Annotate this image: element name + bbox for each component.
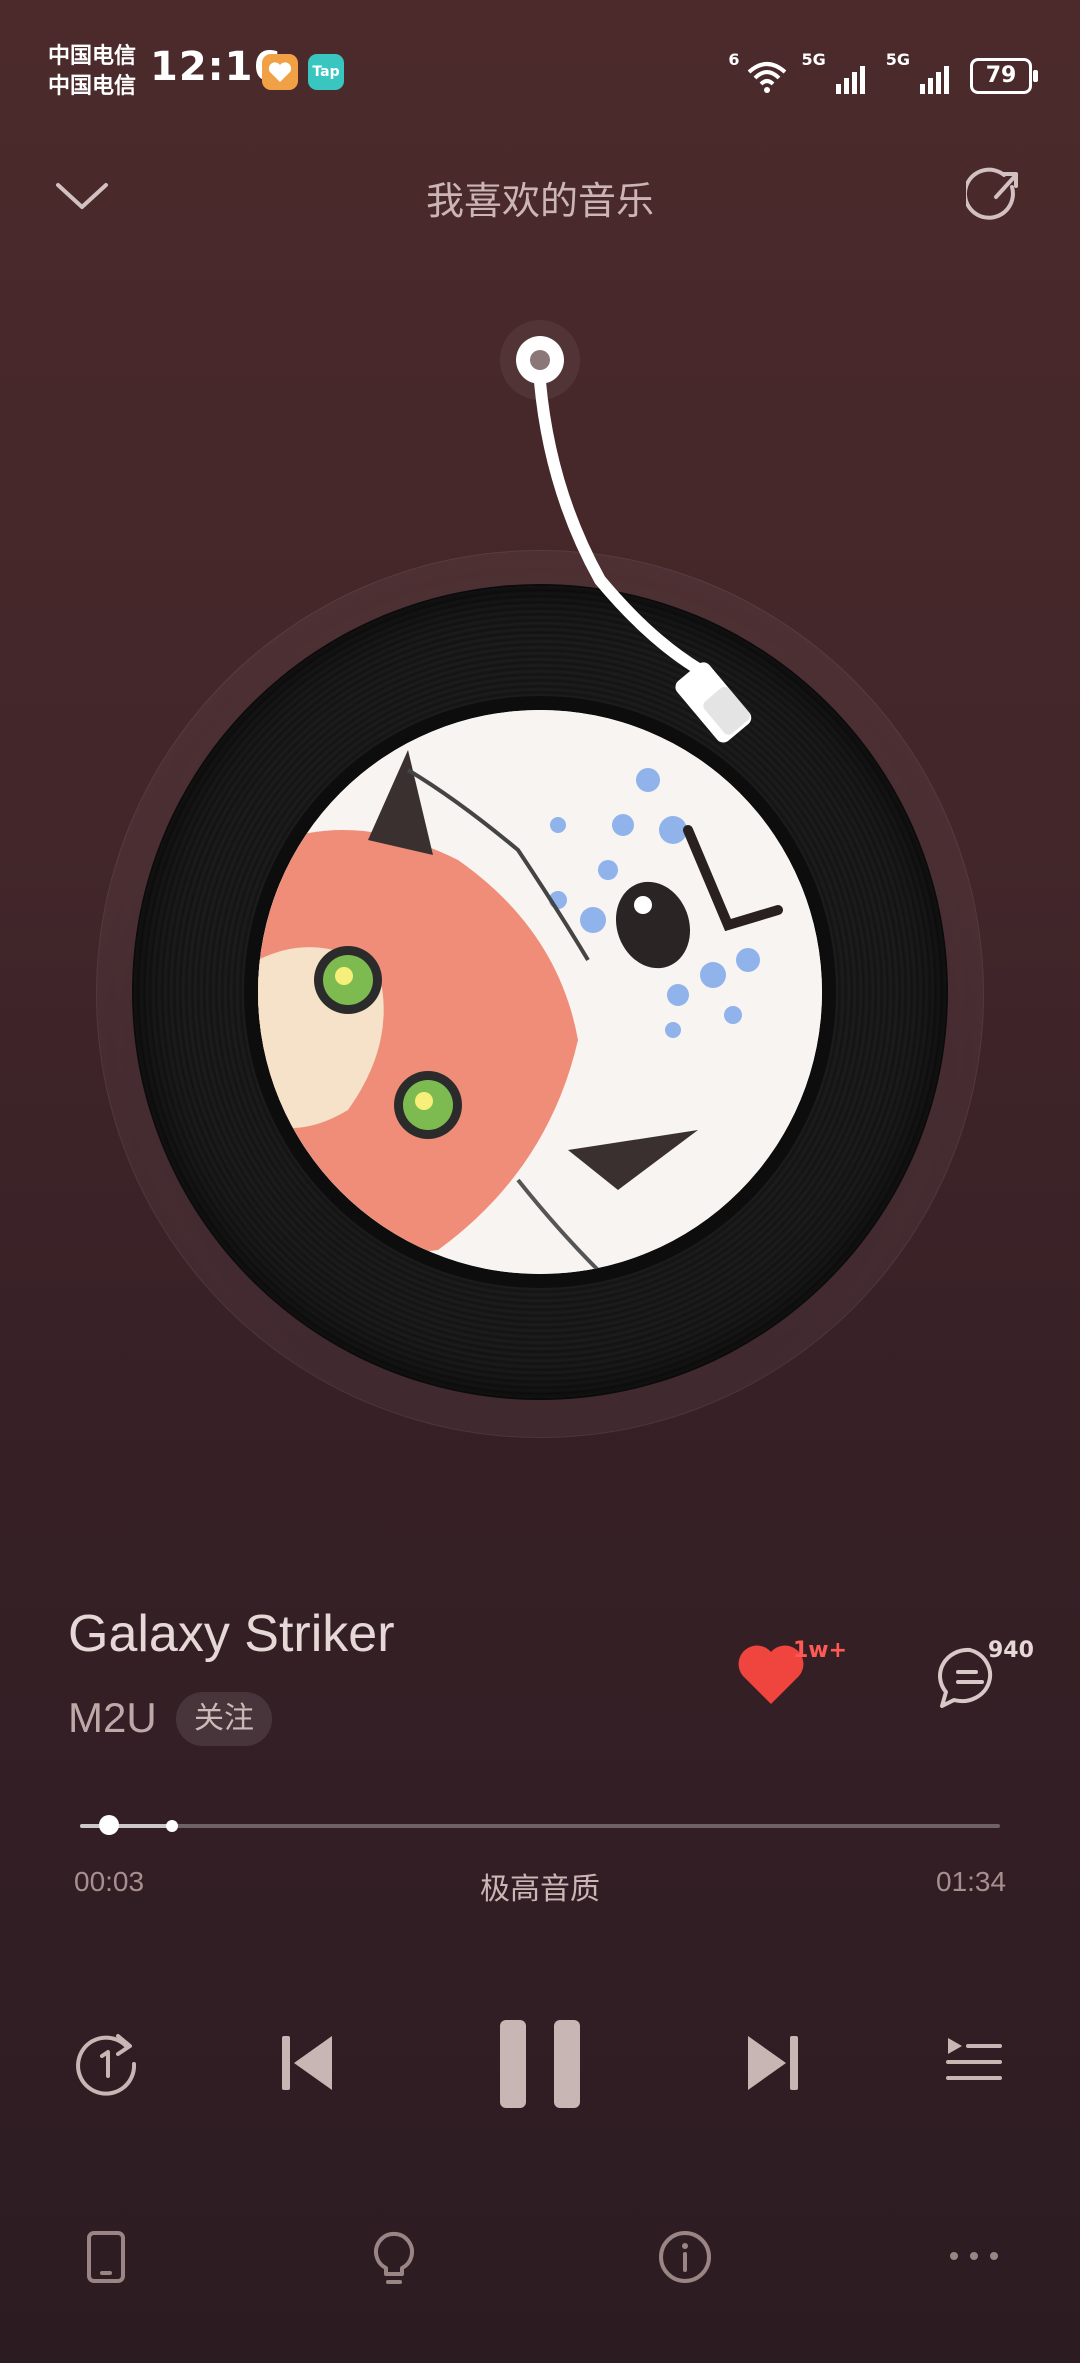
info-button[interactable] bbox=[658, 2230, 712, 2284]
previous-button[interactable] bbox=[280, 2032, 336, 2094]
wifi-label: 6 bbox=[728, 50, 740, 69]
song-title: Galaxy Striker bbox=[68, 1605, 395, 1663]
device-icon bbox=[87, 2231, 125, 2283]
signal-icon bbox=[834, 62, 872, 94]
repeat-one-button[interactable] bbox=[72, 2030, 142, 2096]
progress-handle[interactable] bbox=[99, 1815, 119, 1835]
next-button[interactable] bbox=[744, 2032, 800, 2094]
playlist-title: 我喜欢的音乐 bbox=[425, 179, 654, 223]
total-time: 01:34 bbox=[936, 1866, 1007, 1897]
sim2-label: 5G bbox=[885, 50, 910, 69]
info-icon bbox=[659, 2231, 711, 2283]
repeat-one-icon bbox=[76, 2034, 137, 2096]
share-icon[interactable] bbox=[966, 165, 1026, 225]
heart-app-icon bbox=[262, 54, 298, 90]
tap-app-icon: Tap bbox=[308, 54, 344, 90]
wifi-icon bbox=[747, 60, 787, 94]
lightbulb-button[interactable] bbox=[372, 2228, 416, 2286]
pause-icon bbox=[500, 2020, 580, 2108]
pause-button[interactable] bbox=[498, 2018, 582, 2110]
follow-button[interactable]: 关注 bbox=[176, 1692, 272, 1746]
sim1-label: 5G bbox=[801, 50, 826, 69]
tonearm bbox=[480, 310, 820, 780]
comment-count: 940 bbox=[988, 1638, 1034, 1663]
buffer-marker bbox=[166, 1820, 178, 1832]
artist-name[interactable]: M2U bbox=[68, 1694, 157, 1742]
status-icons: 6 5G 5G 79 bbox=[728, 50, 1038, 94]
audio-quality[interactable]: 极高音质 bbox=[0, 1864, 1080, 1908]
battery-icon: 79 bbox=[970, 58, 1038, 94]
playlist-icon bbox=[946, 2038, 1002, 2080]
album-cover bbox=[258, 710, 822, 1274]
like-count: 1w+ bbox=[793, 1638, 848, 1663]
signal-icon bbox=[918, 62, 956, 94]
more-icon bbox=[950, 2252, 998, 2260]
device-button[interactable] bbox=[86, 2230, 126, 2284]
next-icon bbox=[748, 2036, 798, 2090]
carrier-2: 中国电信 bbox=[48, 74, 137, 99]
more-button[interactable] bbox=[948, 2248, 1000, 2264]
carrier-1: 中国电信 bbox=[48, 44, 137, 69]
previous-icon bbox=[282, 2036, 332, 2090]
playlist-button[interactable] bbox=[944, 2034, 1004, 2090]
carrier-labels: 中国电信 中国电信 bbox=[48, 42, 136, 102]
progress-buffered bbox=[80, 1824, 172, 1828]
progress-track[interactable] bbox=[80, 1824, 1000, 1828]
lightbulb-icon bbox=[374, 2231, 414, 2284]
